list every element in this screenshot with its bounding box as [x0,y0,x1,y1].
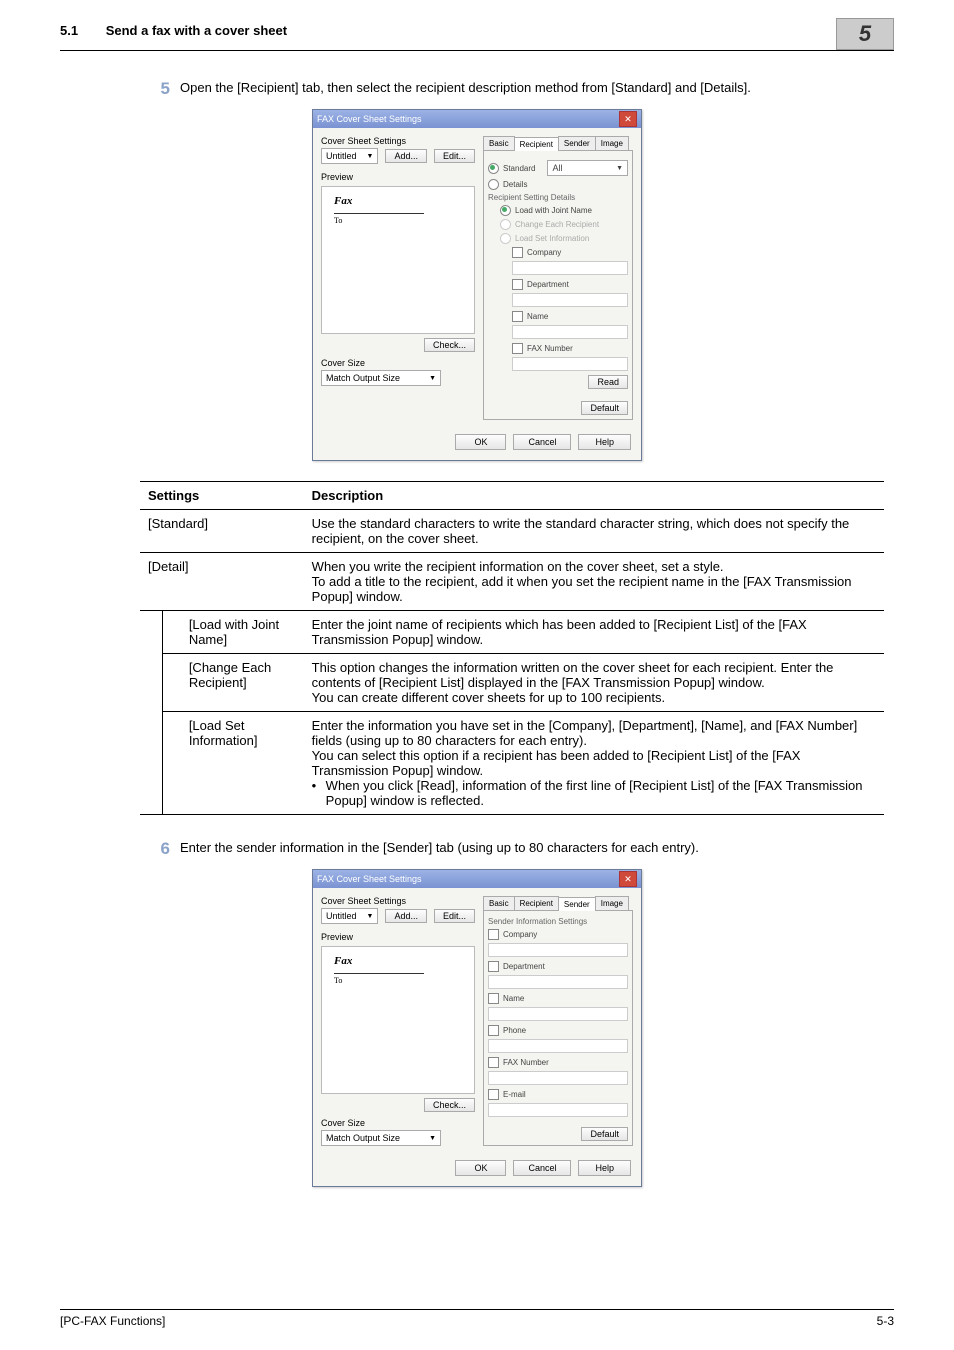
chapter-badge: 5 [836,18,894,50]
th-settings: Settings [140,482,304,510]
ok-button2[interactable]: OK [455,1160,506,1176]
section-number: 5.1 [60,23,78,38]
name-input2[interactable] [488,1007,628,1021]
checkbox-company[interactable]: Company [512,247,628,258]
checkbox-phone[interactable]: Phone [488,1025,628,1036]
tab-basic[interactable]: Basic [483,136,515,150]
check-button2[interactable]: Check... [424,1098,475,1112]
row-standard-desc: Use the standard characters to write the… [304,510,884,553]
footer-left: [PC-FAX Functions] [60,1314,165,1328]
name-input[interactable] [512,325,628,339]
edit-button[interactable]: Edit... [434,149,475,163]
add-button2[interactable]: Add... [385,909,427,923]
sender-info-settings-label: Sender Information Settings [488,917,628,926]
cover-sheet-settings-label2: Cover Sheet Settings [321,896,475,906]
checkbox-email[interactable]: E-mail [488,1089,628,1100]
section-title: Send a fax with a cover sheet [106,23,287,38]
radio-details[interactable]: Details [488,179,628,190]
radio-load-joint[interactable]: Load with Joint Name [500,205,628,216]
tab-basic2[interactable]: Basic [483,896,515,910]
row-detail-desc: When you write the recipient information… [304,553,884,611]
cover-sheet-settings-label: Cover Sheet Settings [321,136,475,146]
edit-button2[interactable]: Edit... [434,909,475,923]
radio-change-each: Change Each Recipient [500,219,628,230]
cover-size-select2[interactable]: Match Output Size▼ [321,1130,441,1146]
row-detail-label: [Detail] [140,553,304,611]
close-icon[interactable]: ✕ [619,111,637,127]
check-button[interactable]: Check... [424,338,475,352]
dialog2-title: FAX Cover Sheet Settings [317,874,422,884]
faxnumber-input[interactable] [512,357,628,371]
tab-sender[interactable]: Sender [558,136,596,150]
dialog-recipient: FAX Cover Sheet Settings ✕ Cover Sheet S… [312,109,642,461]
department-input[interactable] [512,293,628,307]
default-button2[interactable]: Default [581,1127,628,1141]
cover-size-label: Cover Size [321,358,475,368]
checkbox-department[interactable]: Department [512,279,628,290]
step5-number: 5 [140,79,170,99]
cancel-button[interactable]: Cancel [513,434,571,450]
step6-number: 6 [140,839,170,859]
preview-pane2: Fax To [321,946,475,1094]
row-loadjoint-desc: Enter the joint name of recipients which… [304,611,884,654]
cover-sheet-select[interactable]: Untitled▼ [321,148,378,164]
tab-image2[interactable]: Image [595,896,629,910]
email-input[interactable] [488,1103,628,1117]
add-button[interactable]: Add... [385,149,427,163]
default-button[interactable]: Default [581,401,628,415]
preview-label: Preview [321,172,475,182]
tab-recipient[interactable]: Recipient [514,137,559,151]
row-loadset-desc: Enter the information you have set in th… [304,712,884,815]
phone-input[interactable] [488,1039,628,1053]
company-input2[interactable] [488,943,628,957]
row-loadset-label: [Load Set Information] [162,712,303,815]
radio-load-set: Load Set Information [500,233,628,244]
cancel-button2[interactable]: Cancel [513,1160,571,1176]
faxnumber-input2[interactable] [488,1071,628,1085]
close-icon[interactable]: ✕ [619,871,637,887]
tab-recipient2[interactable]: Recipient [514,896,559,910]
tab-image[interactable]: Image [595,136,629,150]
tab-sender2[interactable]: Sender [558,897,596,911]
step6-text: Enter the sender information in the [Sen… [180,839,699,857]
footer-right: 5-3 [877,1314,894,1328]
checkbox-name2[interactable]: Name [488,993,628,1004]
th-description: Description [304,482,884,510]
help-button[interactable]: Help [578,434,631,450]
cover-size-label2: Cover Size [321,1118,475,1128]
cover-size-select[interactable]: Match Output Size▼ [321,370,441,386]
dialog-sender: FAX Cover Sheet Settings ✕ Cover Sheet S… [312,869,642,1187]
row-changeeach-label: [Change Each Recipient] [162,654,303,712]
checkbox-faxnumber[interactable]: FAX Number [512,343,628,354]
cover-sheet-select2[interactable]: Untitled▼ [321,908,378,924]
checkbox-faxnumber2[interactable]: FAX Number [488,1057,628,1068]
settings-table: Settings Description [Standard] Use the … [140,481,884,815]
checkbox-company2[interactable]: Company [488,929,628,940]
read-button[interactable]: Read [588,375,628,389]
step5-text: Open the [Recipient] tab, then select th… [180,79,751,97]
recipient-setting-details-label: Recipient Setting Details [488,193,628,202]
radio-standard[interactable]: Standard All▼ [488,160,628,176]
department-input2[interactable] [488,975,628,989]
dialog-title: FAX Cover Sheet Settings [317,114,422,124]
ok-button[interactable]: OK [455,434,506,450]
help-button2[interactable]: Help [578,1160,631,1176]
preview-label2: Preview [321,932,475,942]
row-changeeach-desc: This option changes the information writ… [304,654,884,712]
row-loadjoint-label: [Load with Joint Name] [162,611,303,654]
preview-pane: Fax To [321,186,475,334]
row-standard-label: [Standard] [140,510,304,553]
company-input[interactable] [512,261,628,275]
checkbox-department2[interactable]: Department [488,961,628,972]
checkbox-name[interactable]: Name [512,311,628,322]
